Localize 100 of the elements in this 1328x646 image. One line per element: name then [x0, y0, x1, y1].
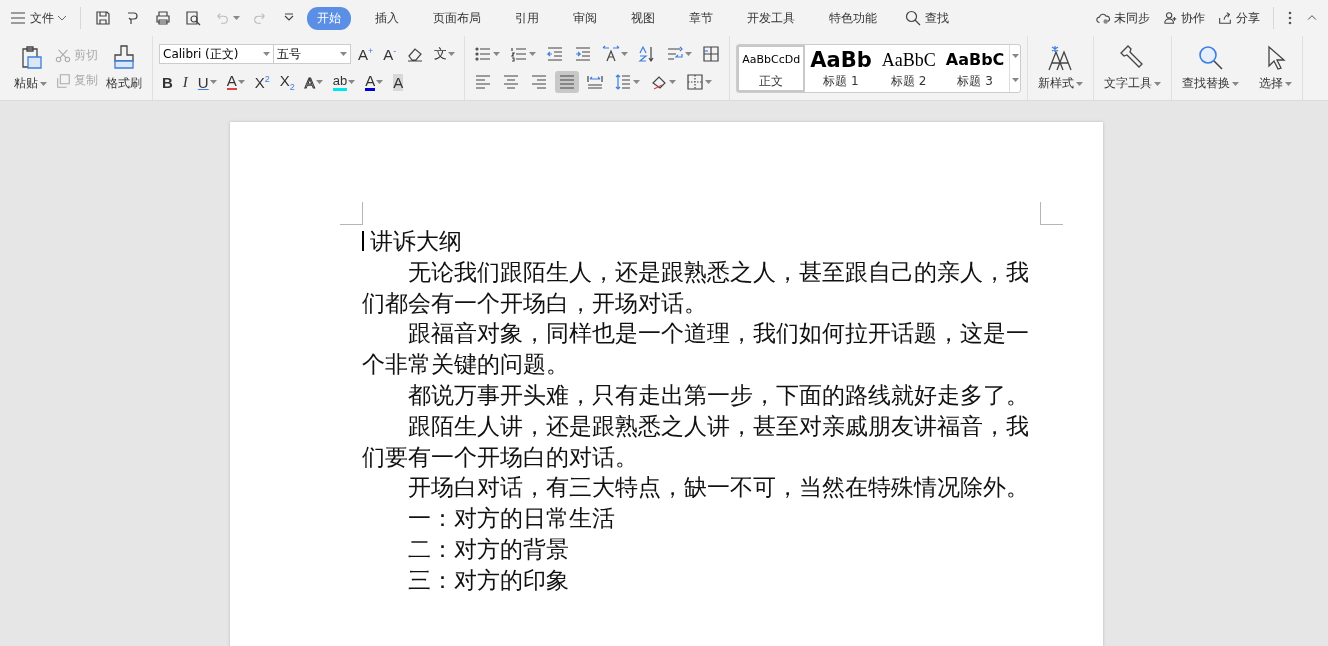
- dropdown-caret-icon: [40, 81, 47, 86]
- share-icon: [1217, 10, 1233, 26]
- paragraph: 一：对方的日常生活: [407, 504, 617, 534]
- dropdown-caret-icon: [705, 80, 713, 84]
- ribbon-tab[interactable]: 视图: [621, 6, 665, 30]
- text-direction-icon: [602, 45, 621, 63]
- shrink-button[interactable]: A$^{-}$: [380, 43, 400, 65]
- paragraph: 无论我们跟陌生人，还是跟熟悉之人，甚至跟自己的亲人，我们都会有一个开场白，开场对话。: [362, 257, 1031, 318]
- chevron-down-icon: [57, 14, 67, 22]
- paragraph: 三：对方的印象: [407, 565, 571, 595]
- dropdown-caret-icon: [340, 52, 347, 56]
- search-button[interactable]: 查找: [901, 7, 952, 29]
- menu-icon: [9, 9, 27, 27]
- ribbon-tab[interactable]: 特色功能: [819, 6, 887, 30]
- dropdown-caret-icon: [1011, 54, 1019, 59]
- paragraph: 二：对方的背景: [407, 534, 571, 564]
- align-center-icon: [502, 73, 521, 91]
- margin-mark: [1040, 202, 1063, 225]
- save-icon: [94, 9, 112, 27]
- ribbon-tab[interactable]: 插入: [365, 6, 409, 30]
- sub-button[interactable]: X$_{2}$: [276, 71, 298, 93]
- increase-indent-icon: [574, 45, 593, 63]
- ribbon-tab[interactable]: 引用: [505, 6, 549, 30]
- paragraph: 跟陌生人讲，还是跟熟悉之人讲，甚至对亲戚朋友讲福音，我们要有一个开场白的对话。: [362, 411, 1031, 472]
- dropdown-caret-icon: [376, 80, 384, 84]
- margin-mark: [340, 202, 363, 225]
- justify-button[interactable]: [555, 71, 580, 93]
- undo-icon: [214, 10, 230, 26]
- dropdown-caret-icon: [633, 80, 641, 84]
- grow-button[interactable]: A$^{+}$: [355, 43, 377, 65]
- text-tools-button[interactable]: 文字工具: [1100, 42, 1166, 94]
- highlight-button[interactable]: ab: [329, 71, 359, 93]
- italic-button[interactable]: I: [179, 71, 191, 93]
- color-button[interactable]: A: [362, 71, 387, 93]
- paragraph: 都说万事开头难，只有走出第一步，下面的路线就好走多了。: [407, 381, 1031, 410]
- find-replace-button[interactable]: 查找替换: [1178, 42, 1244, 94]
- line-break-icon: [666, 45, 685, 63]
- person-add-icon: [1162, 10, 1178, 26]
- scissors-icon: [55, 47, 71, 64]
- sync-status-button[interactable]: 未同步: [1092, 7, 1153, 29]
- paragraph: 跟福音对象，同样也是一个道理，我们如何拉开话题，这是一个非常关键的问题。: [362, 319, 1031, 380]
- paragraph: 开场白对话，有三大特点，缺一不可，当然在特殊情况除外。: [407, 473, 1031, 503]
- gallery-scroll-button[interactable]: [1009, 44, 1021, 92]
- dropdown-caret-icon: [1076, 81, 1084, 86]
- print-preview-icon: [184, 9, 202, 27]
- dropdown-caret-icon: [263, 52, 270, 56]
- style-preset[interactable]: AaBb 标题 1: [805, 44, 877, 92]
- decrease-indent-icon: [546, 45, 565, 63]
- dropdown-caret-icon: [237, 80, 245, 84]
- dropdown-caret-icon: [529, 52, 537, 56]
- bold-button[interactable]: B: [159, 71, 176, 93]
- file-menu[interactable]: 文件: [6, 7, 70, 29]
- dropdown-caret-icon: [685, 52, 693, 56]
- align-right-icon: [530, 73, 549, 91]
- more-icon: [1287, 10, 1293, 26]
- dropdown-caret-icon: [669, 80, 677, 84]
- strike-button[interactable]: A: [223, 71, 248, 93]
- paste-button[interactable]: 粘贴: [10, 42, 51, 94]
- text-cursor: [362, 231, 364, 252]
- justify-icon: [558, 73, 577, 91]
- redo-icon: [252, 10, 268, 26]
- ribbon-tab[interactable]: 章节: [679, 6, 723, 30]
- dropdown-caret-icon: [233, 16, 240, 20]
- dropdown-caret-icon: [1011, 77, 1019, 82]
- search-icon: [1196, 44, 1225, 72]
- outline-button[interactable]: A: [301, 71, 326, 93]
- dropdown-caret-icon: [493, 52, 501, 56]
- sup-button[interactable]: X$^{2}$: [251, 71, 273, 93]
- bullet-list-icon: [474, 45, 493, 63]
- share-button[interactable]: 分享: [1214, 7, 1263, 29]
- dropdown-caret-icon: [1154, 81, 1162, 86]
- new-style-button[interactable]: 新样式: [1034, 42, 1088, 94]
- dropdown-caret-icon: [1285, 81, 1293, 86]
- style-preset[interactable]: AaBbC 标题 2: [876, 44, 941, 92]
- select-button[interactable]: 选择: [1255, 42, 1297, 94]
- ribbon-tab[interactable]: 审阅: [563, 6, 607, 30]
- dropdown-caret-icon: [209, 80, 217, 84]
- align-left-icon: [474, 73, 493, 91]
- dropdown-caret-icon: [1232, 81, 1240, 86]
- line-spacing-icon: [614, 73, 633, 91]
- format-painter-button[interactable]: 格式刷: [102, 42, 146, 94]
- ribbon-tab[interactable]: 开发工具: [737, 6, 805, 30]
- copy-icon: [55, 72, 71, 89]
- dropdown-caret-icon: [315, 80, 323, 84]
- table-icon: [702, 45, 721, 63]
- underline-button[interactable]: U: [194, 71, 220, 93]
- dropdown-caret-icon: [621, 52, 629, 56]
- borders-icon: [686, 73, 705, 91]
- ribbon-tab[interactable]: 页面布局: [423, 6, 491, 30]
- document-title: 讲诉大纲: [370, 227, 462, 256]
- numbered-list-icon: [510, 45, 529, 63]
- pinyin-button[interactable]: 文: [431, 43, 459, 65]
- style-preset[interactable]: AaBbCcDd 正文: [737, 44, 806, 92]
- style-preset[interactable]: AaBbC 标题 3: [940, 44, 1010, 92]
- dropdown-caret-icon: [448, 52, 456, 56]
- dropdown-caret-icon: [348, 80, 356, 84]
- font-name-field[interactable]: Calibri (正文): [159, 44, 274, 64]
- collaborate-button[interactable]: 协作: [1159, 7, 1208, 29]
- distribute-icon: [586, 73, 605, 91]
- font-size-field[interactable]: 五号: [273, 44, 351, 64]
